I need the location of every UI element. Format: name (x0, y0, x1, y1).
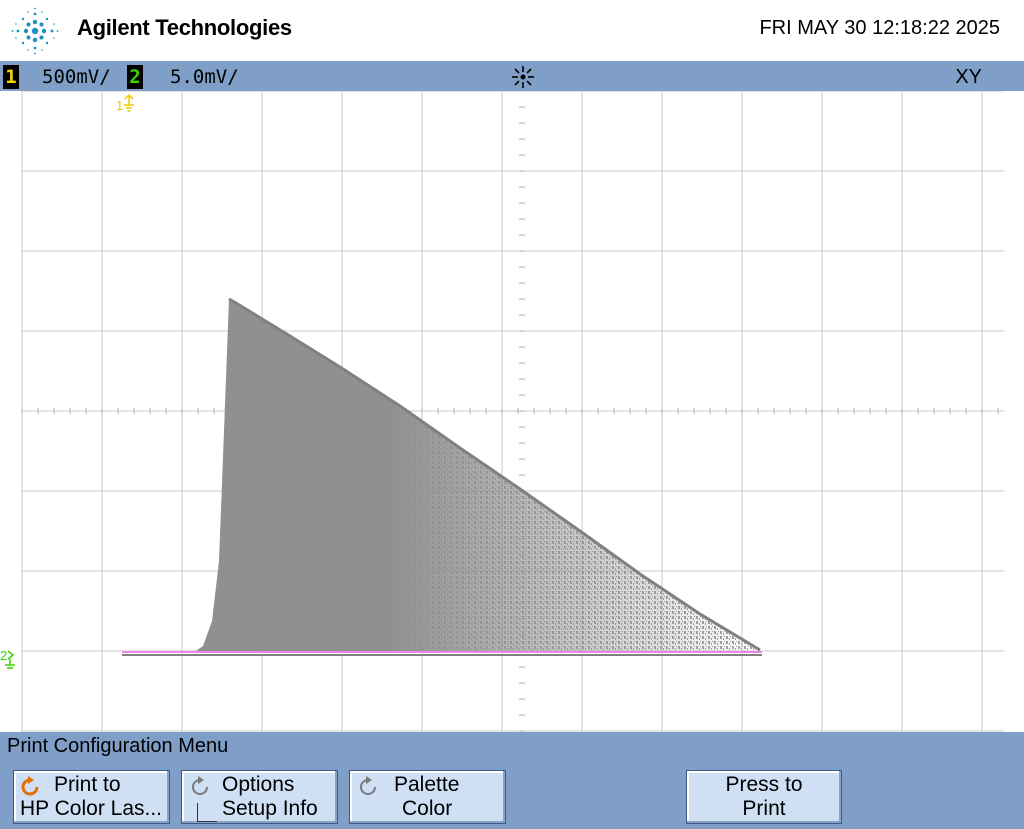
waveform-display: 1 2 (0, 91, 1024, 732)
print-label: Print (742, 797, 786, 820)
palette-label: Palette (394, 773, 460, 796)
press-to-print-softkey[interactable]: Press to Print (686, 770, 842, 824)
channel-2-marker-label: 2 (0, 648, 7, 663)
palette-softkey[interactable]: Palette Color (349, 770, 506, 824)
palette-value: Color (402, 797, 453, 820)
setup-info-checkbox[interactable] (197, 803, 217, 822)
channel-1-scale: 500mV/ (42, 66, 111, 88)
channel-status-bar: 1 500mV/ 2 5.0mV/ XY (0, 61, 1024, 91)
channel-1-ground-marker[interactable]: 1 (116, 93, 134, 113)
date-time: FRI MAY 30 12:18:22 2025 (759, 17, 1000, 39)
channel-2-scale: 5.0mV/ (170, 66, 239, 88)
print-to-value: HP Color Las... (20, 797, 163, 820)
refresh-gray-icon (360, 776, 376, 795)
menu-title: Print Configuration Menu (7, 735, 229, 757)
channel-2-badge[interactable]: 2 (127, 65, 143, 89)
softkey-bar: Print to HP Color Las... Options Setup I… (0, 763, 1024, 829)
xy-trace (122, 297, 762, 656)
refresh-orange-icon (21, 776, 39, 796)
brand-name: Agilent Technologies (77, 15, 292, 40)
options-softkey[interactable]: Options Setup Info (181, 770, 338, 824)
agilent-logo-icon (11, 7, 59, 55)
acquisition-run-icon (512, 66, 534, 88)
press-to-label: Press to (725, 773, 803, 796)
display-mode[interactable]: XY (955, 65, 982, 89)
graticule: 1 2 (0, 91, 1004, 732)
menu-title-bar: Print Configuration Menu (0, 732, 1024, 763)
channel-1-badge[interactable]: 1 (3, 65, 19, 89)
print-to-label: Print to (54, 773, 121, 796)
refresh-gray-icon (192, 776, 208, 795)
channel-1-marker-label: 1 (116, 98, 123, 113)
ground-icon (124, 93, 134, 112)
setup-info-label: Setup Info (222, 797, 318, 820)
header-bar: Agilent Technologies FRI MAY 30 12:18:22… (0, 0, 1024, 61)
print-to-softkey[interactable]: Print to HP Color Las... (13, 770, 170, 824)
options-label: Options (222, 773, 295, 796)
channel-2-ground-marker[interactable]: 2 (0, 648, 15, 669)
